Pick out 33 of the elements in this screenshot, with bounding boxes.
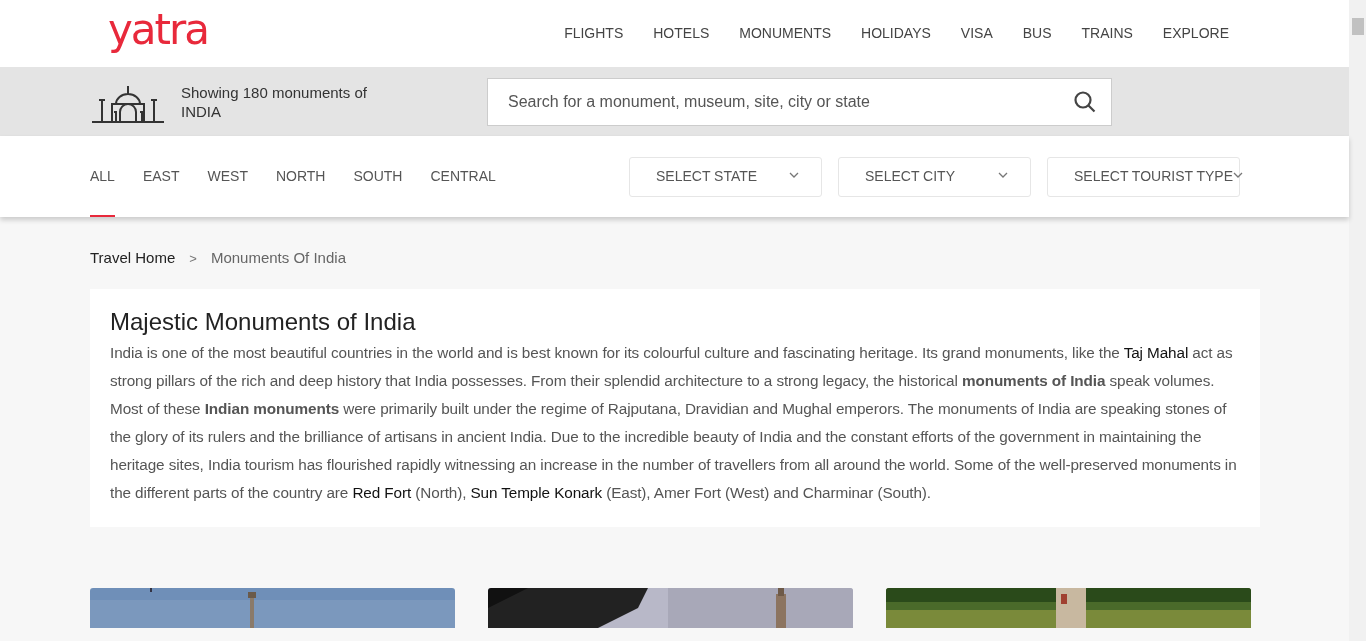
nav-link[interactable]: TRAINS: [1081, 23, 1133, 44]
nav-link[interactable]: HOTELS: [653, 23, 710, 44]
region-tab[interactable]: EAST: [142, 136, 180, 217]
scrollbar[interactable]: [1349, 0, 1366, 641]
region-tab[interactable]: ALL: [90, 136, 115, 217]
intro-title: Majestic Monuments of India: [110, 306, 417, 337]
monument-link[interactable]: Taj Mahal: [1123, 343, 1189, 361]
search-icon[interactable]: [1074, 90, 1096, 113]
breadcrumb-current: Monuments Of India: [210, 248, 346, 268]
logo[interactable]: yatra: [108, 8, 209, 51]
dropdown[interactable]: SELECT STATE: [629, 156, 822, 197]
nav-link[interactable]: FLIGHTS: [564, 23, 624, 44]
dropdown[interactable]: SELECT TOURIST TYPE: [1047, 156, 1240, 197]
nav-link[interactable]: HOLIDAYS: [861, 23, 931, 44]
nav-link[interactable]: BUS: [1022, 23, 1052, 44]
nav-link[interactable]: MONUMENTS: [739, 23, 832, 44]
intro-paragraph: India is one of the most beautiful countries in the world and is best known for its colourful culture and fascinating heritage. Its grand monuments, like the Taj Mahal act as strong pillars of the rich and deep history that India possesses. From their splendid architecture to a strong legacy, the historical monuments of India speak volumes. Most of these Indian monuments were primarily built under the regime of Rajputana, Dravidian and Mughal emperors. The monuments of India are speaking stones of the glory of its rulers and the brilliance of artisans in ancient India. Due to the incredible beauty of India and the constant efforts of the government in maintaining the heritage sites, India tourism has flourished rapidly witnessing an increase in the number of travellers from all around the world. Some of the well-preserved monuments in the different parts of the country are Red Fort (North), Sun Temple Konark (East), Amer Fort (West) and Charminar (South).: [110, 342, 1238, 503]
region-tab[interactable]: SOUTH: [353, 136, 403, 217]
breadcrumb-link[interactable]: Travel Home: [90, 247, 176, 270]
nav-link[interactable]: VISA: [960, 23, 993, 44]
breadcrumb-separator: >: [188, 249, 198, 268]
results-summary: Showing 180 monuments of INDIA: [181, 82, 368, 121]
chevron-down-icon: [789, 171, 799, 178]
region-tab[interactable]: WEST: [207, 136, 248, 217]
chevron-down-icon: [1233, 171, 1243, 178]
dropdown[interactable]: SELECT CITY: [838, 156, 1031, 197]
monument-link[interactable]: Sun Temple Konark: [470, 483, 602, 501]
search-field[interactable]: Search for a monument, museum, site, city or state: [487, 77, 1112, 126]
region-tab[interactable]: NORTH: [275, 136, 326, 217]
monument-link[interactable]: Red Fort: [352, 483, 412, 501]
chevron-down-icon: [998, 171, 1008, 178]
nav-link[interactable]: EXPLORE: [1162, 23, 1229, 44]
region-tab[interactable]: CENTRAL: [430, 136, 496, 217]
